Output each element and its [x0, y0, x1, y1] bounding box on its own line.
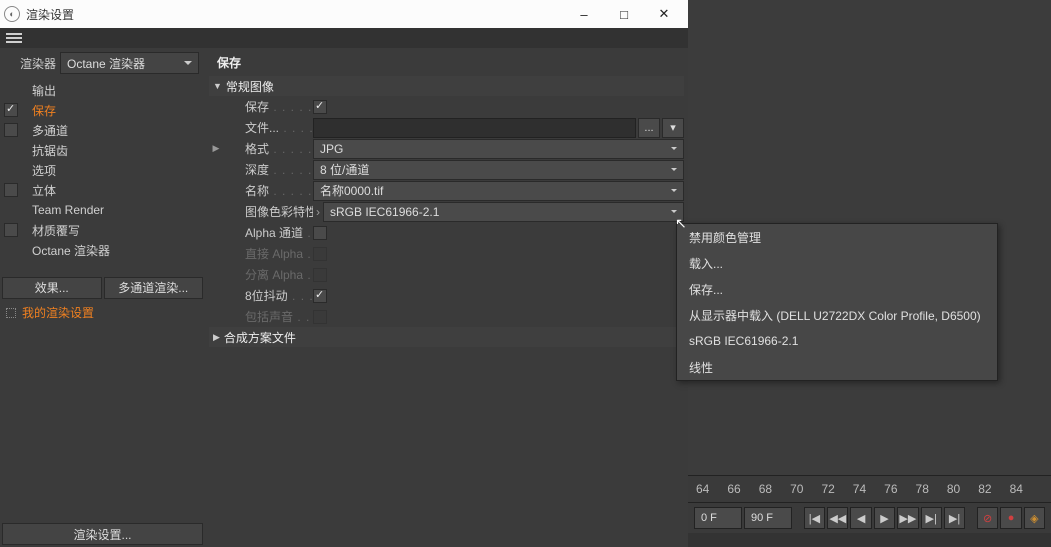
timeline-controls: 0 F 90 F |◀ ◀◀ ◀ ▶ ▶▶ ▶| ▶| ⊘ ● ◈	[688, 503, 1051, 533]
goto-end-button[interactable]: ▶|	[944, 507, 965, 529]
prev-frame-button[interactable]: ◀	[850, 507, 871, 529]
ctx-load[interactable]: 载入...	[677, 250, 997, 276]
record-button[interactable]: ⊘	[977, 507, 998, 529]
alpha-checkbox[interactable]	[313, 226, 327, 240]
next-frame-button[interactable]: ▶▶	[897, 507, 918, 529]
sidebar-item-override[interactable]: 材质覆写	[0, 220, 205, 240]
section-compositing[interactable]: ▶合成方案文件	[209, 327, 684, 347]
hamburger-icon[interactable]	[6, 33, 22, 43]
sidebar-item-multipass[interactable]: 多通道	[0, 120, 205, 140]
file-input[interactable]	[313, 118, 636, 138]
save-checkbox[interactable]	[313, 100, 327, 114]
ctx-save[interactable]: 保存...	[677, 276, 997, 302]
format-select[interactable]: JPG	[313, 139, 684, 159]
menubar[interactable]	[0, 28, 688, 48]
triangle-right-icon: ▶	[213, 332, 220, 343]
close-button[interactable]: ✕	[644, 0, 684, 28]
row-save: 保存	[209, 96, 684, 117]
renderer-label: 渲染器	[20, 55, 56, 72]
row-depth: 深度 8 位/通道	[209, 159, 684, 180]
row-name: 名称 名称0000.tif	[209, 180, 684, 201]
row-profile: 图像色彩特性 › sRGB IEC61966-2.1	[209, 201, 684, 222]
effect-button[interactable]: 效果...	[2, 277, 102, 299]
preset-label: 我的渲染设置	[22, 304, 94, 321]
browse-button[interactable]: ...	[638, 118, 660, 138]
chevron-right-icon: ›	[313, 205, 323, 219]
keyframe-button[interactable]: ◈	[1024, 507, 1045, 529]
next-key-button[interactable]: ▶|	[921, 507, 942, 529]
sidebar-item-output[interactable]: 输出	[0, 80, 205, 100]
sidebar-item-stereo[interactable]: 立体	[0, 180, 205, 200]
dither-checkbox[interactable]	[313, 289, 327, 303]
sidebar-list: 输出 保存 多通道 抗锯齿 选项 立体 Team Render 材质覆写 Oct…	[0, 80, 205, 275]
section-regular-image[interactable]: ▼常规图像	[209, 76, 684, 96]
row-format: ▶格式 JPG	[209, 138, 684, 159]
current-frame-field[interactable]: 0 F	[694, 507, 742, 529]
sidebar-item-aa[interactable]: 抗锯齿	[0, 140, 205, 160]
triangle-down-icon: ▼	[213, 81, 222, 91]
preset-icon	[6, 308, 16, 318]
ctx-from-monitor[interactable]: 从显示器中载入 (DELL U2722DX Color Profile, D65…	[677, 302, 997, 328]
left-panel: 渲染器 Octane 渲染器 输出 保存 多通道 抗锯齿 选项 立体 Team …	[0, 48, 205, 547]
ctx-disable-cm[interactable]: 禁用颜色管理	[677, 224, 997, 250]
play-button[interactable]: ▶	[874, 507, 895, 529]
timeline: 64 66 68 70 72 74 76 78 80 82 84 0 F 90 …	[688, 475, 1051, 547]
end-frame-field[interactable]: 90 F	[744, 507, 792, 529]
checkbox-icon[interactable]	[4, 183, 18, 197]
goto-start-button[interactable]: |◀	[804, 507, 825, 529]
checkbox-icon[interactable]	[4, 123, 18, 137]
depth-select[interactable]: 8 位/通道	[313, 160, 684, 180]
row-dither: 8位抖动	[209, 285, 684, 306]
multipass-render-button[interactable]: 多通道渲染...	[104, 277, 204, 299]
maximize-button[interactable]: □	[604, 0, 644, 28]
app-icon: ◐	[4, 6, 20, 22]
row-file: 文件... ...▾	[209, 117, 684, 138]
sidebar-item-options[interactable]: 选项	[0, 160, 205, 180]
row-sound: 包括声音	[209, 306, 684, 327]
window-title: 渲染设置	[26, 6, 564, 23]
name-select[interactable]: 名称0000.tif	[313, 181, 684, 201]
sidebar-item-save[interactable]: 保存	[0, 100, 205, 120]
prev-key-button[interactable]: ◀◀	[827, 507, 848, 529]
status-bar	[688, 533, 1051, 547]
panel-title: 保存	[209, 48, 684, 76]
minimize-button[interactable]: –	[564, 0, 604, 28]
timeline-ruler[interactable]: 64 66 68 70 72 74 76 78 80 82 84	[688, 475, 1051, 503]
autokey-button[interactable]: ●	[1000, 507, 1021, 529]
preset-row[interactable]: 我的渲染设置	[0, 301, 205, 325]
checkbox-icon[interactable]	[4, 223, 18, 237]
sidebar-item-octane[interactable]: Octane 渲染器	[0, 240, 205, 260]
renderer-select[interactable]: Octane 渲染器	[60, 52, 199, 74]
render-settings-window: ◐ 渲染设置 – □ ✕ 渲染器 Octane 渲染器 输出 保存 多通道 抗锯…	[0, 0, 688, 547]
titlebar[interactable]: ◐ 渲染设置 – □ ✕	[0, 0, 688, 28]
triangle-right-icon[interactable]: ▶	[209, 143, 223, 154]
checkbox-icon[interactable]	[4, 103, 18, 117]
separate-alpha-checkbox	[313, 268, 327, 282]
straight-alpha-checkbox	[313, 247, 327, 261]
ctx-srgb[interactable]: sRGB IEC61966-2.1	[677, 328, 997, 354]
render-settings-button[interactable]: 渲染设置...	[2, 523, 203, 545]
file-more-button[interactable]: ▾	[662, 118, 684, 138]
ctx-linear[interactable]: 线性	[677, 354, 997, 380]
row-alpha: Alpha 通道	[209, 222, 684, 243]
color-profile-context-menu: 禁用颜色管理 载入... 保存... 从显示器中载入 (DELL U2722DX…	[676, 223, 998, 381]
sidebar-item-team[interactable]: Team Render	[0, 200, 205, 220]
profile-select[interactable]: sRGB IEC61966-2.1	[323, 202, 684, 222]
right-panel: 保存 ▼常规图像 保存 文件... ...▾ ▶格式 JPG 深度 8 位/通道…	[205, 48, 688, 547]
row-separate-alpha: 分离 Alpha	[209, 264, 684, 285]
sound-checkbox	[313, 310, 327, 324]
row-straight-alpha: 直接 Alpha	[209, 243, 684, 264]
